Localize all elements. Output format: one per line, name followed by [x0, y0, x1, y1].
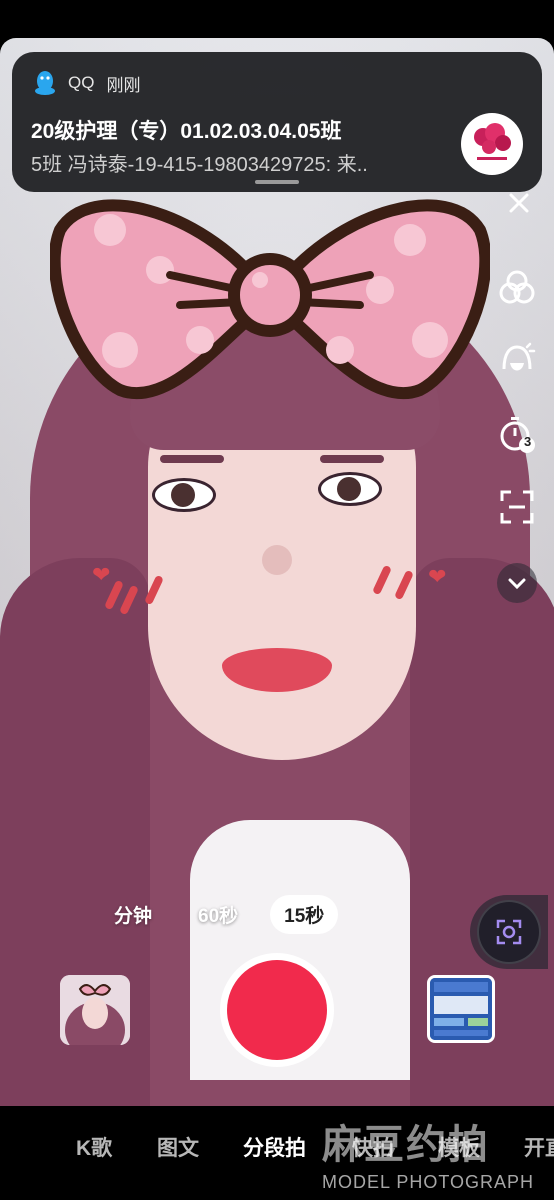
- chevron-down-icon: [508, 578, 526, 589]
- heart-icon: ❤: [428, 564, 447, 589]
- watermark: 麻豆约拍 MODEL PHOTOGRAPH: [322, 1112, 554, 1200]
- gallery-thumbnail[interactable]: [427, 975, 495, 1043]
- notification-avatar: [461, 113, 523, 175]
- timer-badge: 3: [524, 434, 532, 449]
- lens-button[interactable]: [470, 895, 548, 969]
- heart-icon: ❤: [92, 562, 111, 587]
- effects-thumbnail[interactable]: [60, 975, 130, 1045]
- bow-sticker: [50, 199, 490, 399]
- left-eye: [152, 478, 216, 512]
- mode-image-text[interactable]: 图文: [157, 1132, 199, 1162]
- mode-karaoke[interactable]: K歌: [76, 1132, 112, 1162]
- notification-drag-handle[interactable]: [255, 180, 299, 184]
- right-eye: [318, 472, 382, 506]
- duration-60s[interactable]: 60秒: [184, 895, 252, 934]
- notification-body: 5班 冯诗泰-19-415-19803429725: 来..: [31, 154, 368, 176]
- filter-icon[interactable]: [494, 265, 540, 311]
- left-eyebrow: [160, 455, 224, 463]
- watermark-brand: 麻豆约拍: [322, 1123, 490, 1167]
- close-icon[interactable]: [496, 180, 542, 226]
- more-tools-button[interactable]: [497, 563, 537, 603]
- notification-header: QQ 刚刚: [34, 70, 140, 96]
- duration-minutes[interactable]: 分钟: [100, 895, 166, 934]
- right-eyebrow: [320, 455, 384, 463]
- notification-title: 20级护理（专）01.02.03.04.05班: [31, 120, 342, 143]
- notification-time: 刚刚: [106, 75, 141, 95]
- record-button[interactable]: [220, 953, 334, 1067]
- scan-icon[interactable]: [494, 484, 540, 530]
- duration-15s[interactable]: 15秒: [270, 895, 339, 934]
- qq-penguin-icon: [35, 71, 55, 95]
- beauty-icon[interactable]: [494, 337, 540, 383]
- record-button-inner: [227, 960, 327, 1060]
- mode-segmented[interactable]: 分段拍: [243, 1132, 306, 1162]
- camera-focus-icon: [496, 919, 522, 945]
- notification-app-name: QQ: [68, 73, 95, 92]
- duration-selector: 分钟 60秒 15秒: [100, 895, 339, 934]
- status-bar: [0, 0, 554, 40]
- nose: [262, 545, 292, 575]
- timer-icon[interactable]: 3: [494, 410, 540, 456]
- watermark-subtitle: MODEL PHOTOGRAPH: [322, 1172, 535, 1192]
